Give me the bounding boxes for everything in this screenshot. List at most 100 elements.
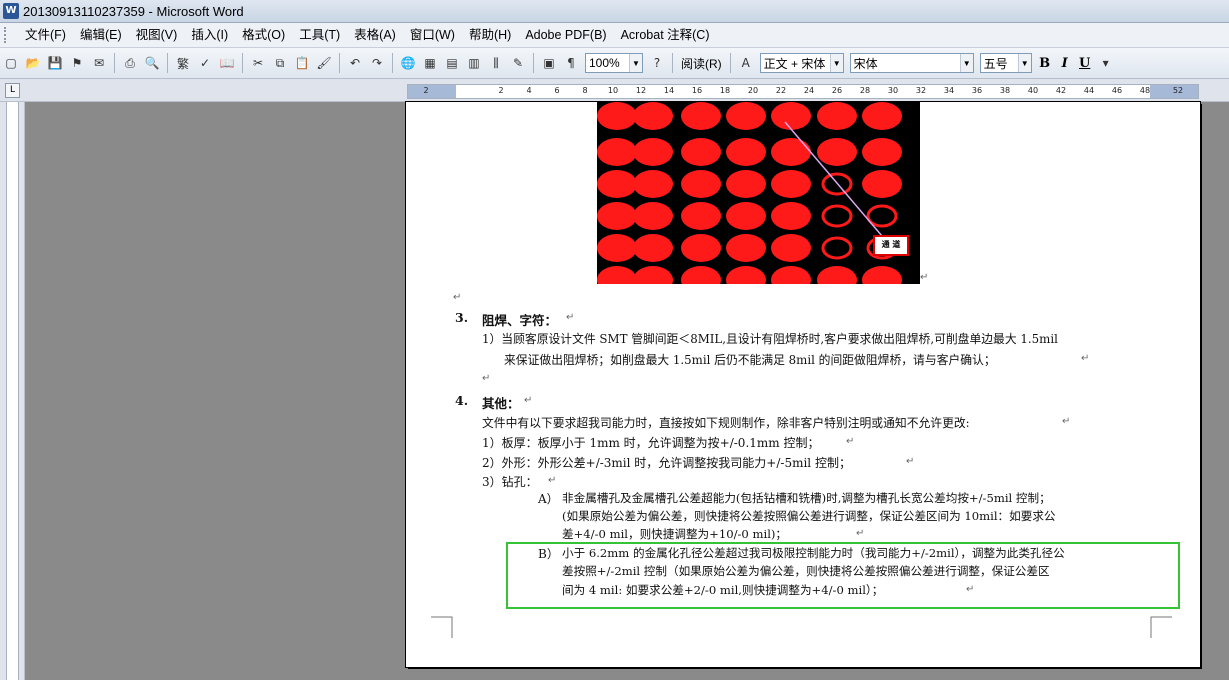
ruler-tick-label: 28 (859, 86, 871, 95)
new-document-icon[interactable]: ▢ (2, 54, 20, 72)
ruler-tick-label: 6 (554, 86, 560, 95)
ruler-tick-label: 2 (498, 86, 504, 95)
help-icon[interactable]: ? (648, 54, 666, 72)
menu-window[interactable]: 窗口(W) (403, 23, 462, 47)
pcb-pad (633, 234, 673, 262)
style-select[interactable]: 正文 + 宋体 ▼ (759, 53, 844, 73)
ruler-tick-label: 46 (1111, 86, 1123, 95)
horizontal-ruler[interactable]: 2 2 4 6 8 10 12 14 16 18 20 22 24 26 28 30 32 34 36 38 40 42 4… (407, 84, 1199, 99)
item-a-line-2: (如果原始公差为偏公差，则快捷将公差按照偏公差进行调整，保证公差区间为 10mi… (562, 509, 1056, 523)
item-a-label: A） (538, 492, 559, 506)
section-4-intro: 文件中有以下要求超我司能力时，直接按如下规则制作，除非客户特别注明或通知不允许更… (482, 416, 970, 430)
hyperlink-icon[interactable]: 🌐 (399, 54, 417, 72)
font-select[interactable]: 宋体 ▼ (849, 53, 974, 73)
pcb-pad (771, 170, 811, 198)
styles-formatting-icon[interactable]: A (737, 54, 755, 72)
insert-excel-icon[interactable]: ▥ (465, 54, 483, 72)
pcb-pad (862, 138, 902, 166)
paragraph-mark: ↵ (548, 475, 557, 486)
drawing-icon[interactable]: ✎ (509, 54, 527, 72)
pcb-pad (726, 202, 766, 230)
chevron-down-icon[interactable]: ▼ (1017, 54, 1031, 72)
ruler-tick-label: 8 (582, 86, 588, 95)
toolbar-separator (533, 53, 534, 73)
insert-table-icon[interactable]: ▤ (443, 54, 461, 72)
ruler-tick-label: 4 (526, 86, 532, 95)
show-hide-marks-icon[interactable]: ¶ (562, 54, 580, 72)
italic-button[interactable]: I (1055, 56, 1075, 71)
save-icon[interactable]: 💾 (46, 54, 64, 72)
tab-selector[interactable]: L (5, 83, 20, 98)
pcb-pad (817, 102, 857, 130)
underline-button[interactable]: U (1075, 56, 1095, 71)
ruler-tick-label: 10 (607, 86, 619, 95)
cut-icon[interactable]: ✂ (249, 54, 267, 72)
print-preview-icon[interactable]: 🔍 (143, 54, 161, 72)
menu-tools[interactable]: 工具(T) (292, 23, 347, 47)
redo-icon[interactable]: ↷ (368, 54, 386, 72)
email-icon[interactable]: ✉ (90, 54, 108, 72)
ruler-tick-label: 48 (1139, 86, 1151, 95)
pcb-pad (862, 266, 902, 284)
chevron-down-icon[interactable]: ▼ (629, 54, 642, 72)
ruler-tick-label: 2 (423, 86, 429, 95)
menu-insert[interactable]: 插入(I) (184, 23, 235, 47)
section-4-item-1: 1）板厚：板厚小于 1mm 时，允许调整为按+/-0.1mm 控制； (482, 436, 820, 450)
read-mode-button[interactable]: 阅读(R) (677, 55, 726, 72)
print-icon[interactable]: ⎙ (121, 54, 139, 72)
copy-icon[interactable]: ⧉ (271, 54, 289, 72)
open-folder-icon[interactable]: 📂 (24, 54, 42, 72)
section-3-line-2: 来保证做出阻焊桥；如削盘最大 1.5mil 后仍不能满足 8mil 的间距做阻焊… (504, 353, 996, 367)
columns-icon[interactable]: ⫼ (487, 54, 505, 72)
toolbar-separator (672, 53, 673, 73)
ruler-tick-label: 32 (915, 86, 927, 95)
image-callout-label: 通 道 (873, 235, 909, 256)
ruler-tick-label: 30 (887, 86, 899, 95)
pcb-pad (726, 102, 766, 130)
section-4-item-2: 2）外形：外形公差+/-3mil 时，允许调整按我司能力+/-5mil 控制； (482, 456, 851, 470)
document-map-icon[interactable]: ▣ (540, 54, 558, 72)
paragraph-mark: ↵ (906, 456, 915, 467)
menu-view[interactable]: 视图(V) (129, 23, 185, 47)
pcb-pad (597, 170, 637, 198)
font-size-select[interactable]: 五号 ▼ (979, 53, 1032, 73)
bold-button[interactable]: B (1035, 56, 1055, 71)
paste-icon[interactable]: 📋 (293, 54, 311, 72)
chevron-down-icon[interactable]: ▼ (829, 54, 843, 72)
ruler-tick-label: 22 (775, 86, 787, 95)
vertical-ruler[interactable] (0, 102, 25, 680)
pcb-ring-pad (866, 204, 898, 228)
ruler-tick-label: 12 (635, 86, 647, 95)
ruler-tick-label: 34 (943, 86, 955, 95)
title-bar: W 20130913110237359 - Microsoft Word (0, 0, 1229, 23)
paragraph-mark: ↵ (1081, 353, 1090, 364)
window-title: 20130913110237359 - Microsoft Word (23, 3, 244, 19)
zoom-select[interactable]: 100% ▼ (585, 53, 643, 73)
menu-file[interactable]: 文件(F) (18, 23, 73, 47)
menu-acrobat-comments[interactable]: Acrobat 注释(C) (614, 23, 717, 47)
chevron-down-icon[interactable]: ▾ (1097, 54, 1115, 72)
toolbar-separator (339, 53, 340, 73)
pcb-pad (681, 202, 721, 230)
menu-help[interactable]: 帮助(H) (462, 23, 518, 47)
format-painter-icon[interactable]: 🖌 (315, 54, 333, 72)
menu-format[interactable]: 格式(O) (235, 23, 292, 47)
menu-adobe-pdf[interactable]: Adobe PDF(B) (518, 23, 613, 47)
menu-table[interactable]: 表格(A) (347, 23, 403, 47)
spelling-icon[interactable]: ✓ (196, 54, 214, 72)
research-icon[interactable]: 📖 (218, 54, 236, 72)
menu-edit[interactable]: 编辑(E) (73, 23, 129, 47)
vertical-ruler-track (6, 102, 19, 680)
traditional-chinese-icon[interactable]: 繁 (174, 54, 192, 72)
pcb-pad (681, 170, 721, 198)
pcb-pad (726, 138, 766, 166)
tables-borders-icon[interactable]: ▦ (421, 54, 439, 72)
pcb-pad (726, 266, 766, 284)
undo-icon[interactable]: ↶ (346, 54, 364, 72)
pcb-pad (597, 138, 637, 166)
chevron-down-icon[interactable]: ▼ (959, 54, 973, 72)
permission-icon[interactable]: ⚑ (68, 54, 86, 72)
paragraph-mark: ↵ (482, 373, 491, 384)
pcb-pad-image[interactable] (597, 102, 920, 284)
ruler-tick-label: 16 (691, 86, 703, 95)
